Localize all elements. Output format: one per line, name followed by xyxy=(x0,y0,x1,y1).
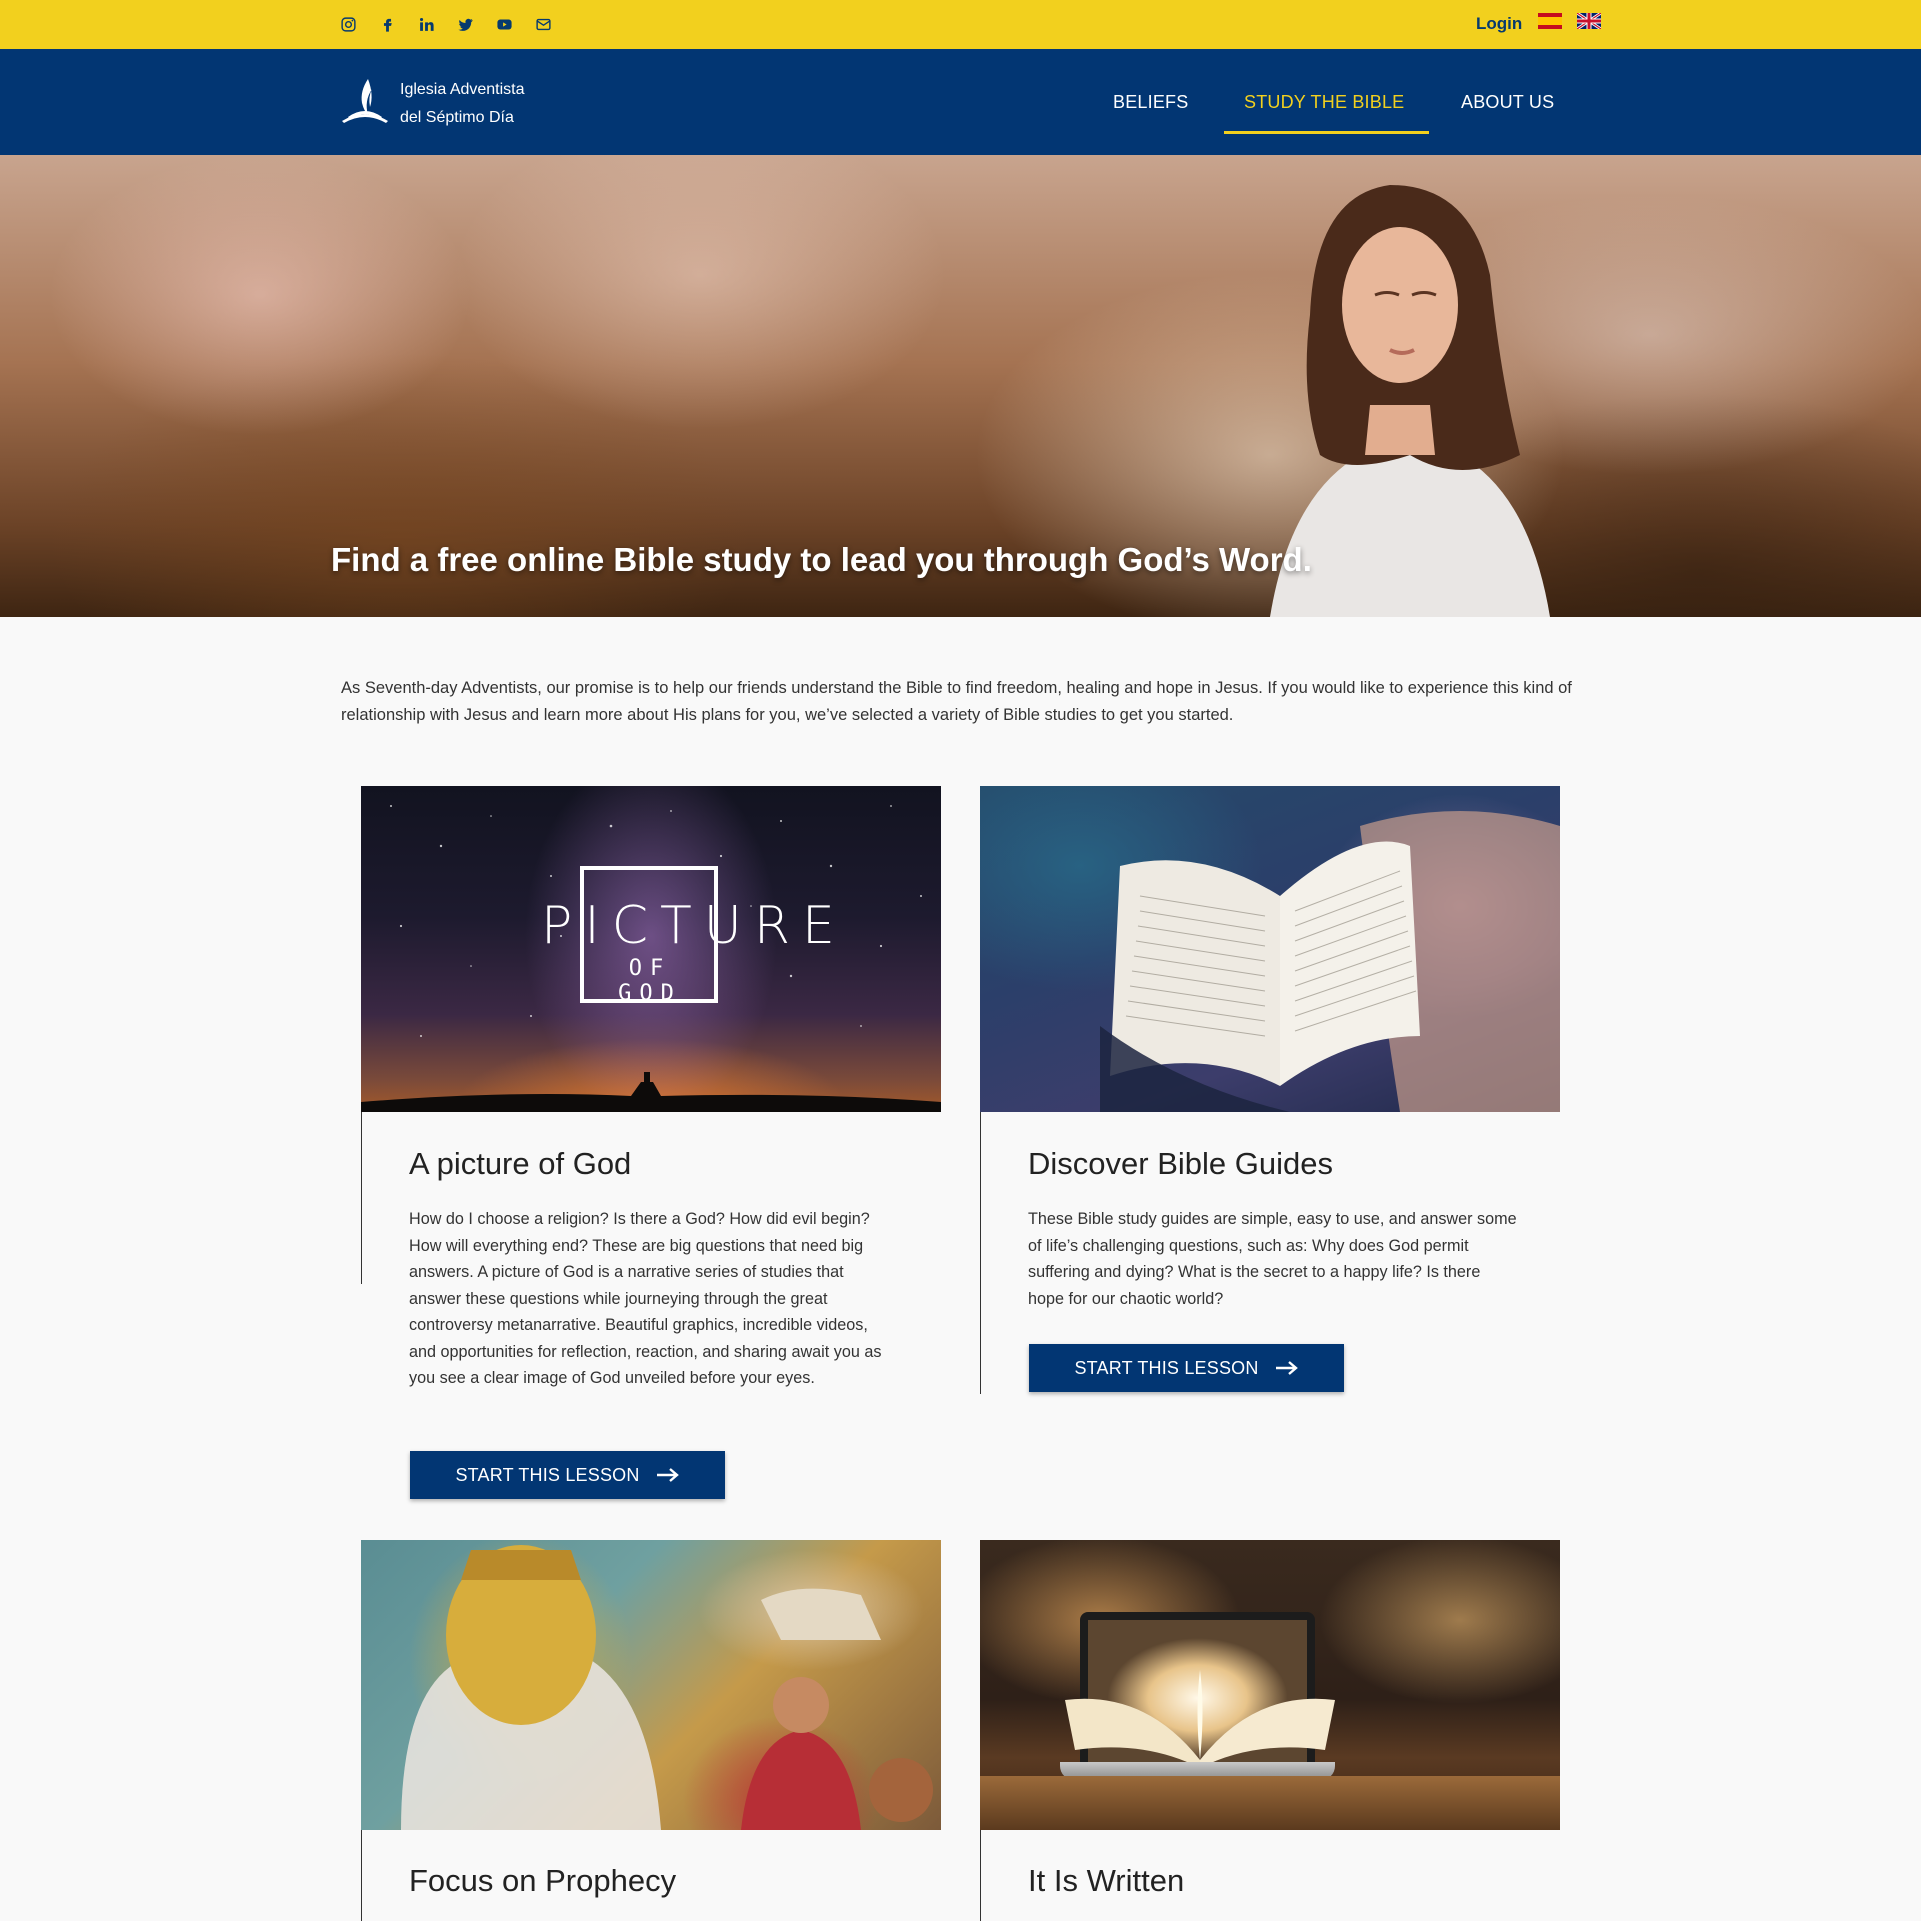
card-title[interactable]: Discover Bible Guides xyxy=(1028,1146,1333,1182)
card-title[interactable]: It Is Written xyxy=(1028,1863,1184,1899)
hero-banner: Find a free online Bible study to lead y… xyxy=(0,155,1921,617)
adventist-logo-icon[interactable] xyxy=(338,77,392,127)
card-left-border xyxy=(361,1112,362,1284)
instagram-icon[interactable] xyxy=(339,15,358,34)
hero-title: Find a free online Bible study to lead y… xyxy=(331,541,1312,578)
card-left-border xyxy=(361,1830,362,1921)
open-bible-illustration xyxy=(1100,811,1560,1112)
card-left-border xyxy=(980,1112,981,1394)
start-lesson-button-label: START THIS LESSON xyxy=(455,1464,640,1485)
brand-line-2: del Séptimo Día xyxy=(400,109,514,126)
youtube-icon[interactable] xyxy=(495,15,514,34)
silhouette-ground xyxy=(361,1072,941,1112)
nav-item-study-the-bible[interactable]: STUDY THE BIBLE xyxy=(1244,92,1404,113)
arrow-right-icon xyxy=(1275,1361,1298,1375)
uk-flag-icon[interactable] xyxy=(1576,11,1602,31)
brand-name[interactable]: Iglesia Adventista del Séptimo Día xyxy=(400,76,525,132)
card-title[interactable]: A picture of God xyxy=(409,1146,631,1182)
brand-line-1: Iglesia Adventista xyxy=(400,81,525,98)
nav-item-beliefs[interactable]: BELIEFS xyxy=(1113,92,1188,113)
spanish-flag-icon[interactable] xyxy=(1538,13,1562,29)
picture-of-god-image[interactable]: PICTURE OF GOD xyxy=(361,786,941,1112)
card-description: How do I choose a religion? Is there a G… xyxy=(409,1210,882,1387)
email-icon[interactable] xyxy=(534,15,553,34)
nav-item-about-us[interactable]: ABOUT US xyxy=(1461,92,1554,113)
open-book-illustration xyxy=(1065,1670,1335,1768)
prophecy-painting-image[interactable] xyxy=(361,1540,941,1830)
wooden-table xyxy=(980,1776,1560,1830)
twitter-icon[interactable] xyxy=(456,15,475,34)
intro-paragraph: As Seventh-day Adventists, our promise i… xyxy=(341,679,1572,724)
social-links xyxy=(339,12,553,36)
top-bar: Login xyxy=(0,0,1921,49)
arrow-right-icon xyxy=(656,1468,679,1482)
picture-of-god-logo-subtext: OF GOD xyxy=(618,956,682,1006)
open-bible-image[interactable] xyxy=(980,786,1560,1112)
linkedin-icon[interactable] xyxy=(417,15,436,34)
start-lesson-button-label: START THIS LESSON xyxy=(1074,1357,1259,1378)
prophecy-painting-illustration xyxy=(401,1545,933,1830)
picture-of-god-logo-text: PICTURE xyxy=(541,896,847,956)
start-lesson-button[interactable]: START THIS LESSON xyxy=(410,1451,725,1499)
login-link[interactable]: Login xyxy=(1476,14,1522,34)
active-nav-indicator xyxy=(1224,131,1429,134)
card-description: These Bible study guides are simple, eas… xyxy=(1028,1210,1517,1308)
facebook-icon[interactable] xyxy=(378,15,397,34)
main-navbar: Iglesia Adventista del Séptimo Día BELIE… xyxy=(0,49,1921,155)
start-lesson-button[interactable]: START THIS LESSON xyxy=(1029,1344,1344,1392)
card-left-border xyxy=(980,1830,981,1921)
laptop-book-image[interactable] xyxy=(980,1540,1560,1830)
card-title[interactable]: Focus on Prophecy xyxy=(409,1863,676,1899)
